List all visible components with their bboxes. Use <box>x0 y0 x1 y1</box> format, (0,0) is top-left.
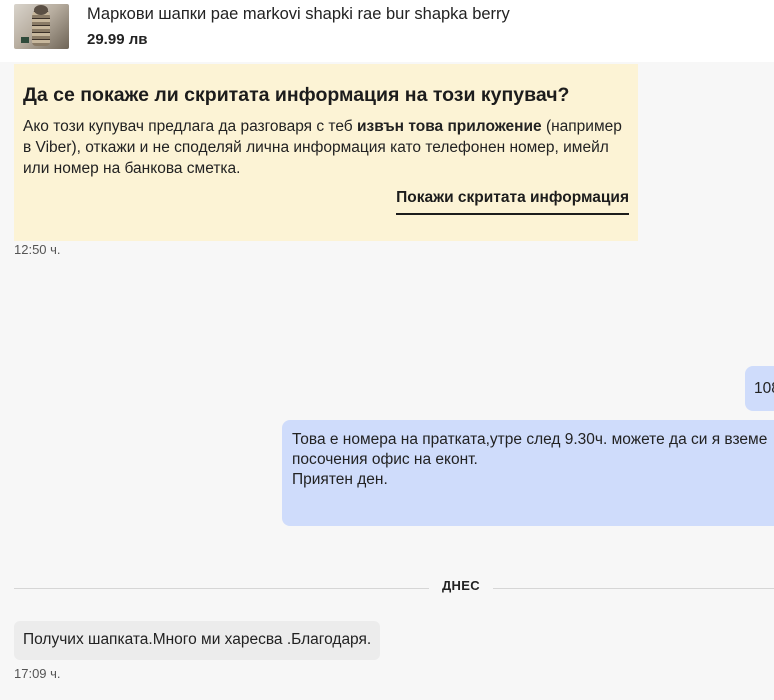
message-line: посочения офис на еконт. <box>292 451 478 468</box>
product-thumbnail[interactable] <box>14 4 69 49</box>
hat-pompom <box>34 5 48 15</box>
show-hidden-info-button[interactable]: Покажи скритата информация <box>396 189 629 215</box>
date-divider-line <box>14 588 774 589</box>
incoming-message-bubble[interactable]: Получих шапката.Много ми харесва .Благод… <box>14 621 381 660</box>
outgoing-message-bubble[interactable]: Това е номера на пратката,утре след 9.30… <box>282 420 774 526</box>
message-timestamp: 17:09 ч. <box>14 666 61 681</box>
date-divider-label: ДНЕС <box>429 578 493 593</box>
warning-body-text: Ако този купувач предлага да разговаря с… <box>23 118 357 135</box>
hat-tag <box>21 37 29 43</box>
chat-page: Маркови шапки рае markovi shapki rae bur… <box>0 0 774 700</box>
message-line: Това е номера на пратката,утре след 9.30… <box>292 431 768 448</box>
product-price: 29.99 лв <box>87 31 148 48</box>
warning-body-bold: извън това приложение <box>357 118 542 135</box>
product-header[interactable]: Маркови шапки рае markovi shapki rae bur… <box>0 0 774 62</box>
outgoing-message-bubble[interactable]: 108 <box>745 366 774 411</box>
hidden-info-warning-card: Да се покаже ли скритата информация на т… <box>14 64 638 241</box>
message-timestamp: 12:50 ч. <box>14 242 61 257</box>
message-line: Приятен ден. <box>292 471 388 488</box>
product-title[interactable]: Маркови шапки рае markovi shapki rae bur… <box>87 5 510 24</box>
warning-title: Да се покаже ли скритата информация на т… <box>23 84 570 106</box>
warning-body: Ако този купувач предлага да разговаря с… <box>23 116 623 179</box>
